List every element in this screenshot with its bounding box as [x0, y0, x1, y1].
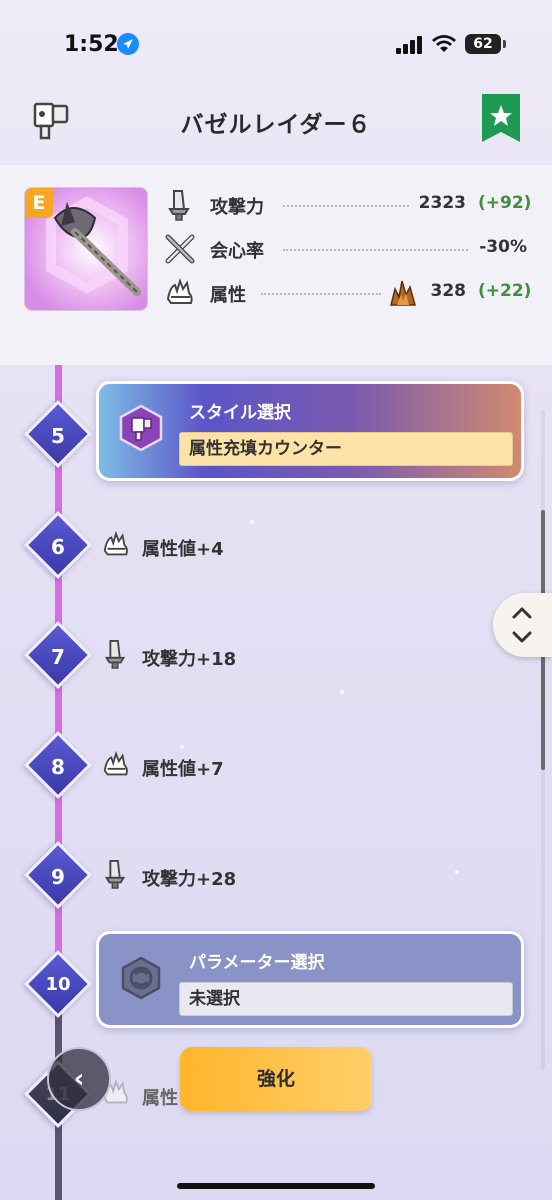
level-number: 6 — [51, 535, 65, 559]
favorite-star-icon[interactable] — [482, 94, 520, 142]
wifi-icon — [432, 35, 456, 52]
stat-label: 攻撃力 — [210, 197, 264, 218]
page-title: バゼルレイダー６ — [180, 112, 372, 138]
sparkle-decoration — [455, 870, 459, 874]
level-number: 10 — [45, 974, 71, 995]
level-number: 5 — [51, 424, 65, 448]
step-label: 属性 — [142, 1088, 178, 1109]
element-claw-icon — [103, 750, 128, 776]
step-label: 属性値+7 — [142, 759, 224, 780]
battery-tip — [503, 40, 506, 48]
sword-icon — [168, 190, 190, 221]
stat-label: 会心率 — [210, 241, 264, 262]
crossed-swords-icon — [165, 234, 195, 264]
dotted-leader — [283, 205, 409, 207]
stat-value: 2323 — [418, 193, 466, 213]
step-label: 属性値+4 — [142, 539, 224, 560]
element-claw-icon — [103, 530, 128, 556]
level-number: 8 — [51, 755, 65, 779]
style-select-field[interactable]: 属性充填カウンター — [179, 432, 513, 466]
stat-bonus: (+92) — [478, 193, 532, 213]
element-claw-icon — [166, 277, 193, 304]
rank-badge: E — [25, 188, 53, 218]
style-select-card[interactable]: スタイル選択 属性充填カウンター — [96, 381, 524, 481]
locked-hexagon-icon — [121, 956, 161, 1000]
sparkle-decoration — [340, 690, 344, 694]
cellular-signal-icon — [396, 36, 422, 54]
battery-indicator: 62 — [465, 34, 501, 54]
stat-label: 属性 — [210, 285, 246, 306]
step-label: 攻撃力+28 — [142, 869, 237, 890]
sparkle-decoration — [180, 745, 184, 749]
style-hexagon-icon — [119, 404, 163, 452]
stat-row-affinity: 会心率 -30% — [165, 231, 535, 267]
sword-icon — [104, 639, 126, 669]
enhance-button[interactable]: 強化 — [180, 1047, 372, 1111]
chevron-up-down-icon — [512, 607, 532, 643]
step-label: 攻撃力+18 — [142, 649, 237, 670]
dotted-leader — [283, 249, 468, 251]
stat-row-element: 属性 328 (+22) — [165, 275, 535, 311]
weapon-image: E — [24, 187, 148, 311]
stat-value: 328 — [430, 281, 467, 301]
scroll-nav-button[interactable] — [493, 593, 552, 657]
home-indicator — [177, 1183, 375, 1189]
status-time: 1:52 — [64, 32, 119, 57]
fire-element-icon — [390, 280, 416, 306]
card-title: パラメーター選択 — [189, 953, 325, 973]
stat-row-attack: 攻撃力 2323 (+92) — [165, 187, 535, 223]
card-title: スタイル選択 — [189, 403, 291, 423]
stat-bonus: (+22) — [478, 281, 532, 301]
back-button[interactable]: ‹ — [47, 1047, 111, 1111]
status-bar: 1:52 62 — [0, 0, 552, 90]
stat-value: -30% — [479, 237, 527, 257]
sword-icon — [104, 859, 126, 889]
location-arrow-icon — [117, 33, 139, 55]
parameter-select-card[interactable]: パラメーター選択 未選択 — [96, 931, 524, 1028]
level-number: 7 — [51, 645, 65, 669]
sparkle-decoration — [250, 520, 254, 524]
parameter-select-field[interactable]: 未選択 — [179, 982, 513, 1016]
level-number: 9 — [51, 865, 65, 889]
dotted-leader — [261, 293, 381, 295]
